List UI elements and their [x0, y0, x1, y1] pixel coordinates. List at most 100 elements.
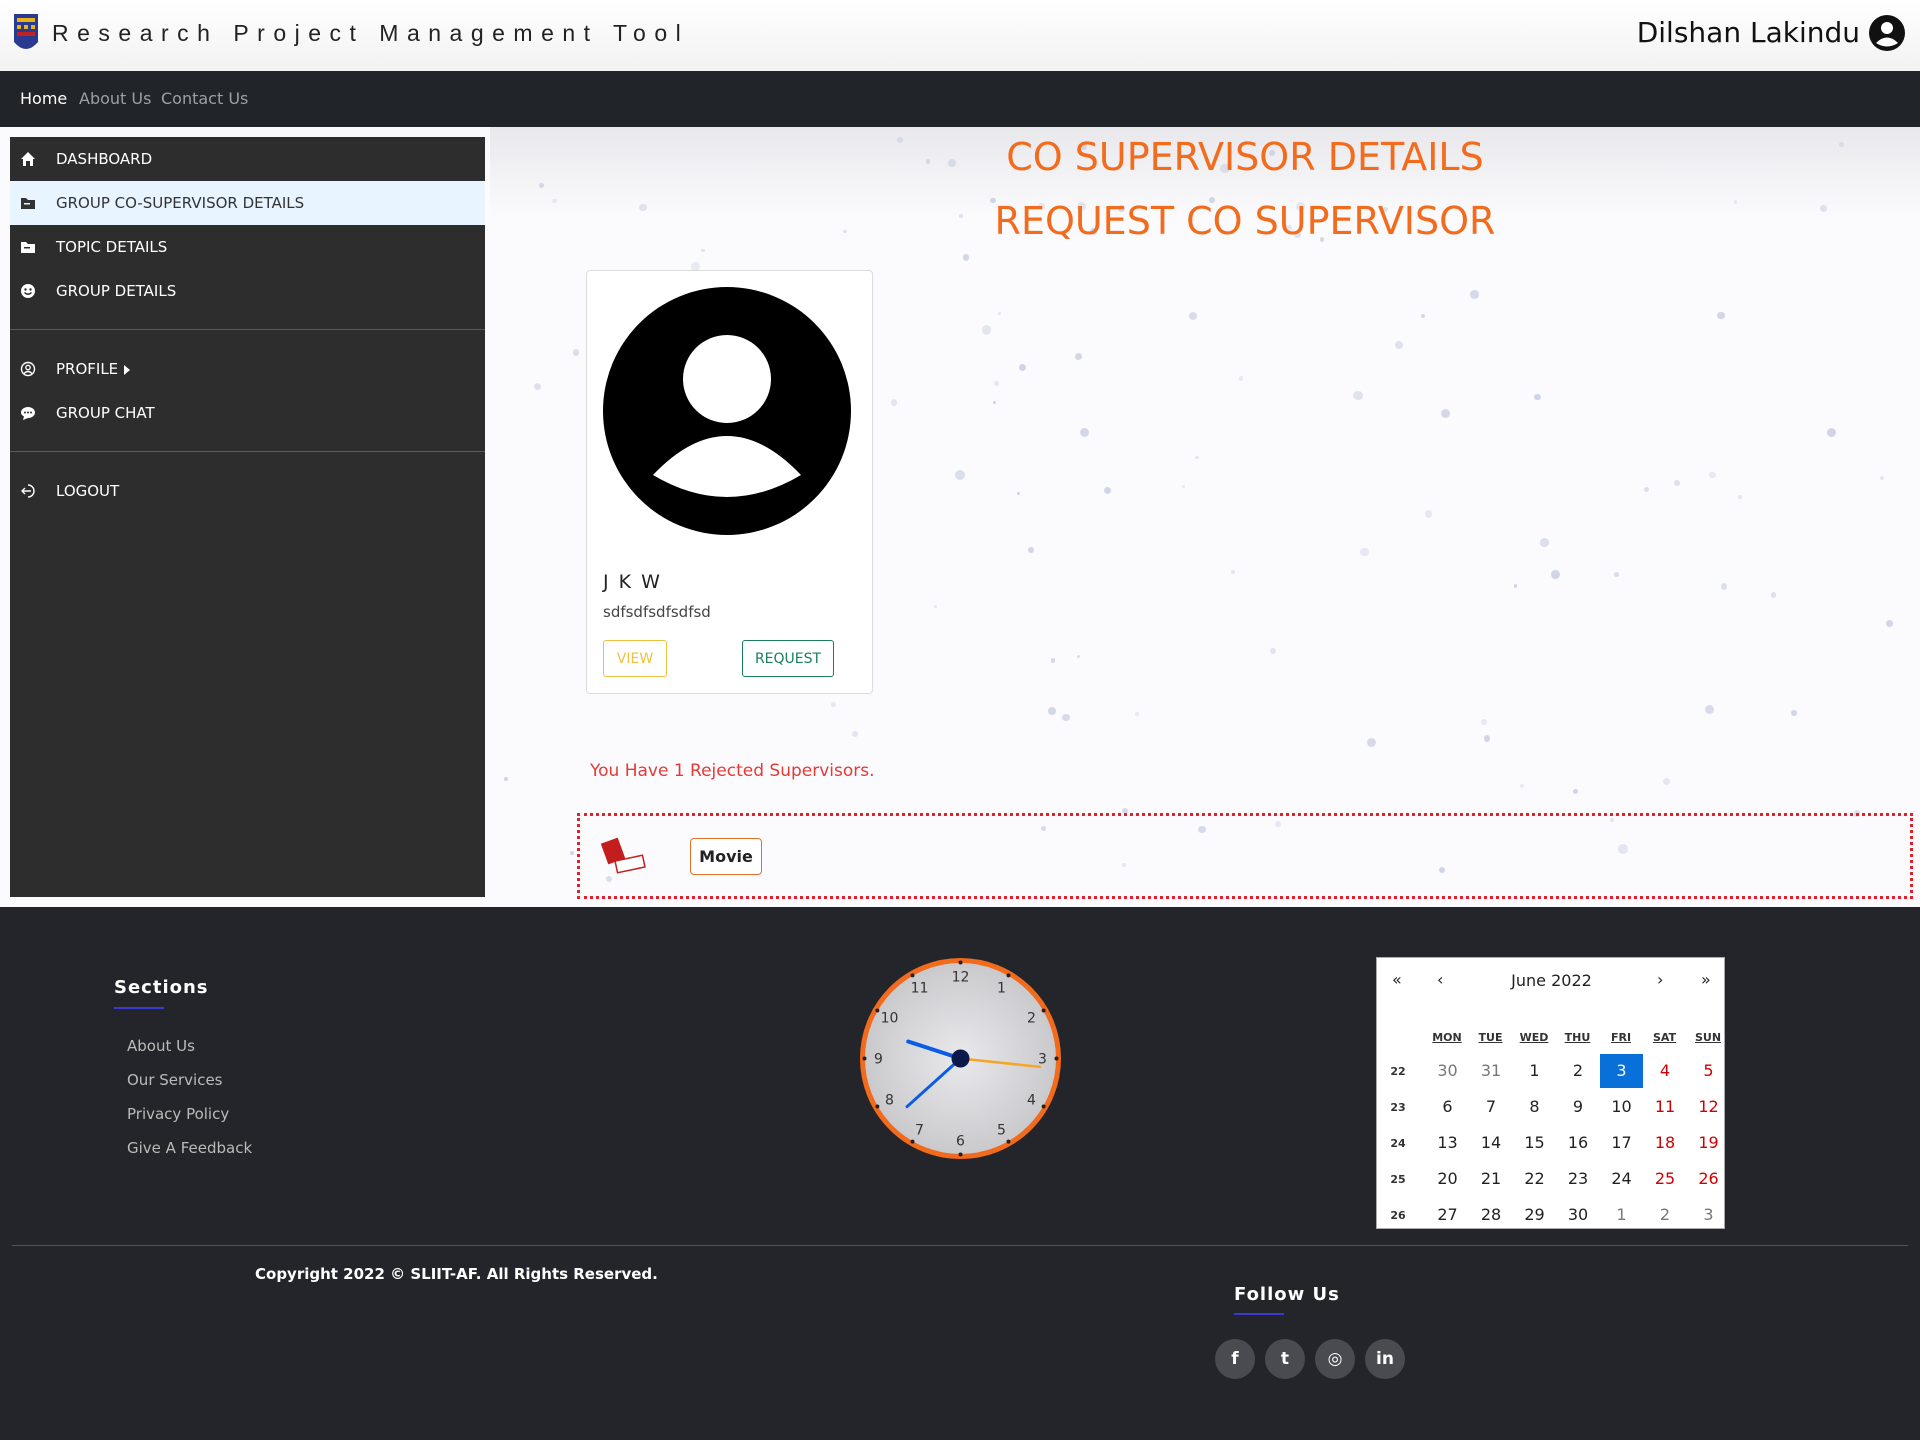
calendar-day[interactable]: 8 — [1513, 1090, 1556, 1124]
calendar-day[interactable]: 6 — [1426, 1090, 1469, 1124]
calendar-day[interactable]: 1 — [1513, 1054, 1556, 1088]
calendar-day[interactable]: 2 — [1557, 1054, 1600, 1088]
calendar-weekday-label: SAT — [1652, 1031, 1677, 1044]
background-dot — [1062, 713, 1070, 721]
calendar-day[interactable]: 10 — [1600, 1090, 1643, 1124]
twitter-icon[interactable]: t — [1265, 1339, 1305, 1379]
footer-link-give-feedback[interactable]: Give A Feedback — [127, 1139, 252, 1157]
calendar-day[interactable]: 17 — [1600, 1126, 1643, 1160]
calendar-weekday-label: FRI — [1610, 1031, 1632, 1044]
background-dot — [1238, 376, 1244, 381]
sidebar-item-logout[interactable]: LOGOUT — [10, 469, 485, 513]
nav-contact-us[interactable]: Contact Us — [161, 89, 248, 108]
calendar-day[interactable]: 16 — [1557, 1126, 1600, 1160]
calendar-day[interactable]: 31 — [1470, 1054, 1513, 1088]
calendar-next-year-button[interactable]: » — [1701, 970, 1711, 989]
calendar-weekday-label: THU — [1564, 1031, 1591, 1044]
footer-link-our-services[interactable]: Our Services — [127, 1071, 223, 1089]
calendar-day[interactable]: 14 — [1470, 1126, 1513, 1160]
avatar — [603, 287, 851, 535]
sidebar-item-group-details[interactable]: GROUP DETAILS — [10, 269, 485, 313]
calendar-day[interactable]: 20 — [1426, 1162, 1469, 1196]
calendar-week-number: 26 — [1390, 1209, 1406, 1222]
sidebar-item-label: GROUP CHAT — [56, 404, 155, 422]
clock-tick — [1041, 1008, 1046, 1013]
footer-sections-title: Sections — [114, 977, 209, 998]
user-account-icon[interactable] — [1868, 14, 1906, 52]
calendar-day[interactable]: 12 — [1687, 1090, 1730, 1124]
calendar-day[interactable]: 15 — [1513, 1126, 1556, 1160]
sidebar-item-profile[interactable]: PROFILE — [10, 347, 485, 391]
linkedin-icon[interactable]: in — [1365, 1339, 1405, 1379]
calendar-day[interactable]: 29 — [1513, 1198, 1556, 1232]
page-title: CO SUPERVISOR DETAILS — [1006, 135, 1484, 179]
facebook-icon[interactable]: f — [1215, 1339, 1255, 1379]
background-dot — [992, 400, 996, 404]
folder-icon — [21, 198, 35, 209]
background-dot — [1717, 311, 1726, 320]
calendar-day[interactable]: 4 — [1644, 1054, 1687, 1088]
calendar-day[interactable]: 18 — [1644, 1126, 1687, 1160]
clock-number: 1 — [997, 980, 1006, 996]
background-dot — [1643, 486, 1649, 492]
calendar-next-month-button[interactable]: › — [1657, 970, 1663, 989]
calendar-weekday-label: TUE — [1478, 1031, 1503, 1044]
background-dot — [533, 382, 541, 390]
background-dot — [851, 730, 859, 738]
sidebar: DASHBOARD GROUP CO-SUPERVISOR DETAILS TO… — [10, 137, 485, 897]
background-dot — [954, 470, 965, 480]
nav-about-us[interactable]: About Us — [79, 89, 151, 108]
nav-home[interactable]: Home — [20, 89, 67, 108]
calendar-day[interactable]: 30 — [1557, 1198, 1600, 1232]
view-button[interactable]: VIEW — [603, 640, 667, 677]
clock-tick — [1054, 1056, 1059, 1061]
background-dot — [1018, 364, 1027, 372]
calendar-day[interactable]: 19 — [1687, 1126, 1730, 1160]
background-dot — [1573, 789, 1579, 795]
request-button[interactable]: REQUEST — [742, 640, 834, 677]
calendar-day[interactable]: 3 — [1600, 1054, 1643, 1088]
calendar-day[interactable]: 2 — [1644, 1198, 1687, 1232]
follow-us-title: Follow Us — [1234, 1284, 1340, 1305]
supervisor-card: J K W sdfsdfsdfsdfsd VIEW REQUEST — [586, 270, 873, 694]
top-header: Research Project Management Tool Dilshan… — [0, 0, 1920, 71]
calendar-weekday-label: SUN — [1694, 1031, 1722, 1044]
calendar-day[interactable]: 30 — [1426, 1054, 1469, 1088]
background-dot — [1420, 313, 1425, 319]
clock-tick — [1041, 1104, 1046, 1109]
sidebar-item-group-chat[interactable]: GROUP CHAT — [10, 391, 485, 435]
calendar-day[interactable]: 26 — [1687, 1162, 1730, 1196]
calendar-day[interactable]: 21 — [1470, 1162, 1513, 1196]
footer-link-privacy-policy[interactable]: Privacy Policy — [127, 1105, 229, 1123]
calendar-day[interactable]: 27 — [1426, 1198, 1469, 1232]
calendar-day[interactable]: 9 — [1557, 1090, 1600, 1124]
analog-clock: 121234567891011 — [860, 958, 1061, 1159]
calendar-day[interactable]: 5 — [1687, 1054, 1730, 1088]
user-name[interactable]: Dilshan Lakindu — [1637, 16, 1860, 49]
calendar-day[interactable]: 24 — [1600, 1162, 1643, 1196]
background-dot — [933, 604, 937, 608]
calendar-day[interactable]: 28 — [1470, 1198, 1513, 1232]
sidebar-item-topic-details[interactable]: TOPIC DETAILS — [10, 225, 485, 269]
background-dot — [1534, 393, 1541, 400]
sidebar-item-dashboard[interactable]: DASHBOARD — [10, 137, 485, 181]
calendar-day[interactable]: 3 — [1687, 1198, 1730, 1232]
calendar-day[interactable]: 11 — [1644, 1090, 1687, 1124]
calendar-day[interactable]: 25 — [1644, 1162, 1687, 1196]
clock-number: 12 — [952, 970, 970, 986]
calendar-day[interactable]: 22 — [1513, 1162, 1556, 1196]
instagram-icon[interactable]: ◎ — [1315, 1339, 1355, 1379]
calendar-day[interactable]: 7 — [1470, 1090, 1513, 1124]
rejected-item-button[interactable]: Movie — [690, 838, 762, 875]
calendar-week-number: 24 — [1390, 1137, 1406, 1150]
home-icon — [21, 152, 35, 166]
sidebar-item-label: GROUP CO-SUPERVISOR DETAILS — [56, 194, 305, 212]
clock-tick — [958, 1152, 963, 1157]
calendar-title[interactable]: June 2022 — [1377, 971, 1726, 990]
background-dot — [1721, 583, 1728, 590]
footer-link-about-us[interactable]: About Us — [127, 1037, 195, 1055]
sidebar-item-group-co-supervisor-details[interactable]: GROUP CO-SUPERVISOR DETAILS — [10, 181, 485, 225]
calendar-day[interactable]: 23 — [1557, 1162, 1600, 1196]
calendar-day[interactable]: 1 — [1600, 1198, 1643, 1232]
calendar-day[interactable]: 13 — [1426, 1126, 1469, 1160]
